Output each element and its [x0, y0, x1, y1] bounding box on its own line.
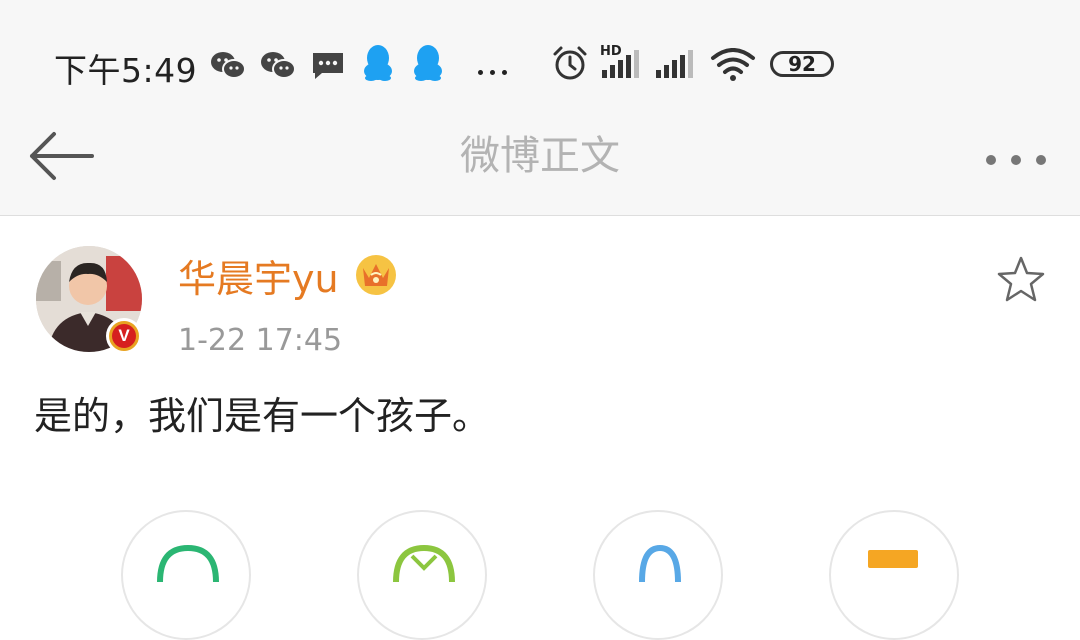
verified-badge: V — [106, 318, 142, 354]
top-bar: 下午5:49 HD 92 微博正文 — [0, 0, 1080, 216]
signal-icon — [602, 50, 639, 78]
comment-button[interactable] — [357, 510, 487, 640]
share-button[interactable] — [121, 510, 251, 640]
post-date: 1-22 17:45 — [178, 323, 343, 358]
signal-icon — [656, 50, 693, 78]
comment-icon — [393, 544, 455, 582]
more-dots-icon[interactable] — [986, 150, 1061, 169]
page-title: 微博正文 — [460, 133, 620, 179]
like-icon — [639, 544, 681, 582]
more-notifications-icon — [478, 60, 514, 79]
qq-icon — [414, 45, 442, 81]
message-icon — [313, 53, 343, 79]
crown-icon[interactable] — [355, 254, 397, 296]
status-bar: 下午5:49 HD 92 — [0, 0, 1080, 125]
more-button[interactable] — [829, 510, 959, 640]
alarm-icon — [553, 46, 587, 80]
wechat-icon — [211, 52, 246, 79]
status-time: 下午5:49 — [54, 51, 198, 90]
share-icon — [157, 544, 219, 582]
wifi-icon — [711, 48, 755, 81]
like-button[interactable] — [593, 510, 723, 640]
battery-icon: 92 — [770, 51, 834, 77]
qq-icon — [364, 45, 392, 81]
post-text: 是的，我们是有一个孩子。 — [34, 394, 491, 438]
username[interactable]: 华晨宇yu — [178, 253, 339, 305]
wechat-icon — [261, 52, 296, 79]
star-icon[interactable] — [996, 255, 1046, 303]
verified-label: V — [112, 324, 136, 348]
more-icon — [868, 550, 918, 568]
